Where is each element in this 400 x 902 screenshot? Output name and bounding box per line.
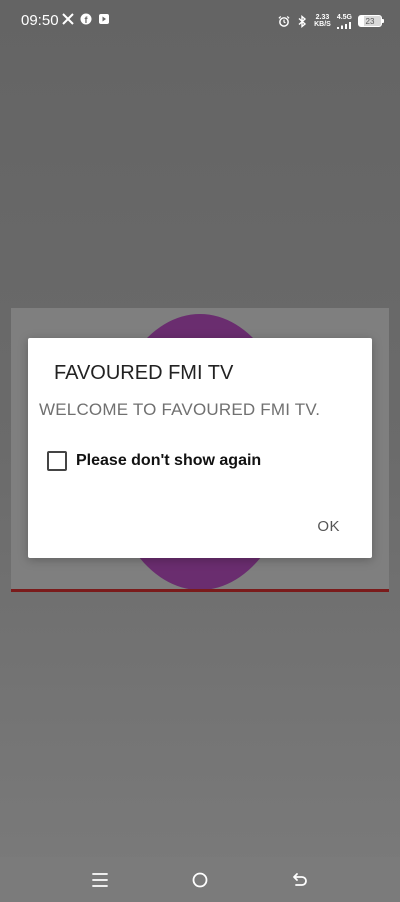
navigation-bar: [0, 857, 400, 902]
network-type: 4.5G: [336, 13, 352, 21]
dont-show-again-label: Please don't show again: [76, 452, 262, 469]
dont-show-again-option[interactable]: Please don't show again: [47, 451, 261, 471]
network-speed-value: 2.33: [315, 14, 330, 21]
network-speed: 2.33 KB/S: [314, 14, 331, 28]
welcome-dialog: FAVOURED FMI TV WELCOME TO FAVOURED FMI …: [28, 338, 372, 558]
signal-indicator: 4.5G: [337, 14, 352, 29]
dialog-message: WELCOME TO FAVOURED FMI TV.: [39, 400, 321, 419]
dialog-title: FAVOURED FMI TV: [54, 362, 234, 384]
network-speed-unit: KB/S: [314, 21, 331, 28]
home-icon[interactable]: [189, 869, 211, 891]
status-left-icons: f: [62, 13, 110, 25]
status-right: 2.33 KB/S 4.5G 23: [278, 12, 384, 30]
alarm-icon: [278, 15, 290, 27]
signal-bars-icon: [337, 21, 352, 29]
notification-icon: [98, 13, 110, 25]
battery-icon: 23: [358, 15, 384, 27]
battery-level: 23: [365, 16, 375, 26]
back-icon[interactable]: [289, 869, 311, 891]
menu-icon[interactable]: [89, 869, 111, 891]
status-bar: 09:50 f 2.33 KB/S 4.5G 23: [0, 0, 400, 42]
ok-button[interactable]: OK: [309, 514, 348, 539]
facebook-icon: f: [80, 13, 92, 25]
bluetooth-icon: [296, 14, 308, 28]
status-time: 09:50: [21, 12, 59, 29]
x-icon: [62, 13, 74, 25]
dont-show-again-checkbox[interactable]: [47, 451, 67, 471]
splash-progress-line: [11, 589, 389, 592]
